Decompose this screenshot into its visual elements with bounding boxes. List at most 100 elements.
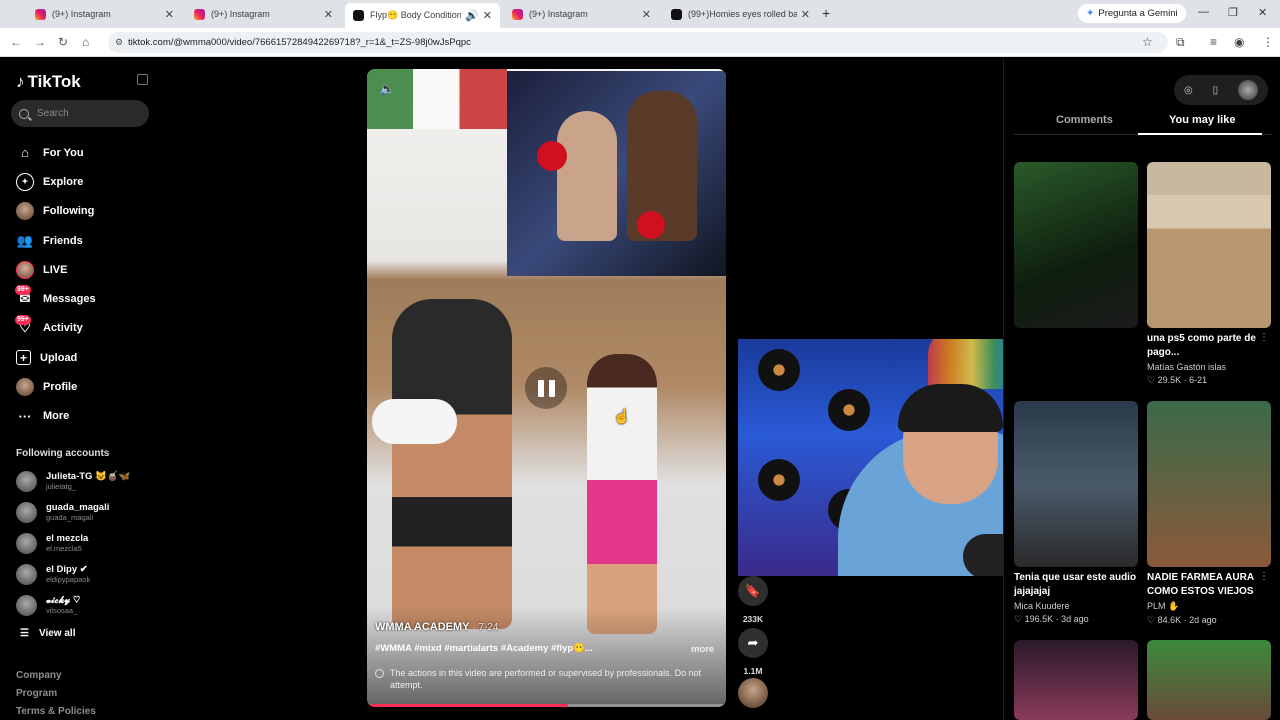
video-card[interactable]: una ps5 como parte de pago... Matías Gas… (1147, 162, 1271, 386)
pause-button[interactable] (525, 367, 567, 409)
profile-icon (16, 378, 34, 397)
sidebar-item-explore[interactable]: ✦ Explore (16, 167, 96, 196)
sidebar-item-more[interactable]: ··· More (16, 402, 96, 431)
more-options-icon[interactable]: ⋮ (1126, 571, 1136, 582)
gemini-icon: ✦ (1086, 8, 1095, 19)
volume-icon[interactable]: 🔈 (379, 81, 395, 97)
home-icon[interactable]: ⌂ (82, 35, 89, 49)
gemini-button[interactable]: ✦ Pregunta a Gemini (1078, 4, 1186, 23)
instagram-icon (194, 8, 205, 20)
browser-tab[interactable]: (9+) Instagram ✕ (27, 3, 182, 25)
video-card[interactable] (1014, 640, 1138, 720)
browser-tab[interactable]: (9+) Instagram ✕ (186, 3, 341, 25)
site-info-icon[interactable]: ⚙ (115, 32, 123, 53)
video-progress-bar[interactable] (367, 704, 726, 707)
poster-boxer (557, 111, 617, 241)
minimize-button[interactable]: — (1198, 6, 1209, 18)
poster-glove (537, 141, 567, 171)
more-options-icon[interactable]: ⋮ (1259, 332, 1269, 343)
close-icon[interactable]: ✕ (324, 8, 333, 21)
new-tab-button[interactable]: + (822, 5, 830, 21)
sidebar-item-live[interactable]: LIVE (16, 255, 96, 284)
reload-button[interactable]: ↻ (58, 35, 68, 49)
video-card[interactable]: NADIE FARMEA AURA COMO ESTOS VIEJOS PLM … (1147, 401, 1271, 626)
close-icon[interactable]: ✕ (483, 9, 492, 22)
share-action[interactable]: ➦ 1.1M (737, 628, 769, 676)
following-account[interactable]: el mezcla el.mezcla5 (16, 529, 88, 557)
device-icon[interactable]: ▯ (1213, 85, 1219, 96)
video-thumbnail[interactable] (1014, 640, 1138, 720)
user-avatar[interactable] (1238, 80, 1259, 100)
media-controls-icon[interactable]: ≡ (1210, 35, 1217, 49)
video-card[interactable] (1014, 162, 1138, 328)
info-icon (375, 669, 384, 678)
notification-badge: 99+ (15, 285, 31, 296)
video-card[interactable]: Tenia que usar este audio jajajajaj Mica… (1014, 401, 1138, 625)
video-thumbnail[interactable] (1147, 162, 1271, 328)
close-icon[interactable]: ✕ (642, 8, 651, 21)
close-icon[interactable]: ✕ (165, 8, 174, 21)
progress-fill (367, 704, 569, 707)
friends-icon: 👥 (16, 232, 34, 248)
browser-tab[interactable]: (9+) Instagram ✕ (504, 3, 659, 25)
close-icon[interactable]: ✕ (801, 8, 810, 21)
video-player[interactable]: 🔈 WMMA ACADEMY · 7-24 #WMMA #mixd #marti… (367, 69, 726, 707)
tab-you-may-like[interactable]: You may like (1169, 114, 1235, 126)
video-card[interactable] (1147, 640, 1271, 720)
video-hashtags[interactable]: #WMMA #mixd #martialarts #Academy #flyp😶… (375, 643, 605, 654)
menu-icon[interactable]: ⋮ (1262, 35, 1274, 49)
extensions-icon[interactable]: ⧉ (1176, 35, 1185, 50)
tiktok-icon: ♪ (16, 72, 25, 91)
sidebar-item-activity[interactable]: ♡ 99+ Activity (15, 314, 96, 343)
video-thumbnail[interactable] (1014, 162, 1138, 328)
avatar (16, 532, 37, 554)
close-window-button[interactable]: ✕ (1258, 6, 1267, 19)
sidebar-item-messages[interactable]: ✉ 99+ Messages (15, 284, 96, 313)
sidebar-item-friends[interactable]: 👥 Friends (16, 226, 96, 255)
save-action[interactable]: 🔖 233K (737, 576, 769, 624)
share-icon[interactable]: ➦ (738, 628, 768, 658)
bookmark-icon[interactable]: 🔖 (738, 576, 768, 606)
video-fighter (392, 299, 512, 629)
compass-icon[interactable]: ◎ (1184, 85, 1193, 96)
restore-button[interactable]: ❐ (1228, 6, 1238, 19)
home-icon: ⌂ (21, 145, 29, 161)
footer-link-program[interactable]: Program (16, 688, 57, 699)
bookmark-star-icon[interactable]: ☆ (1142, 35, 1153, 49)
following-account[interactable]: el Dipy ✔ eldipypapaok (16, 560, 90, 588)
sidebar-item-upload[interactable]: + Upload (16, 343, 96, 372)
url-field[interactable]: ⚙ tiktok.com/@wmma000/video/766615728494… (108, 32, 1168, 53)
tiktok-logo[interactable]: ♪ TikTok (16, 72, 81, 92)
video-author[interactable]: WMMA ACADEMY · 7-24 (375, 621, 499, 633)
live-icon (16, 260, 34, 279)
card-stats: ♡ 196.5K · 3d ago (1014, 614, 1089, 624)
following-accounts-header: Following accounts (16, 448, 110, 459)
search-input[interactable]: Search (11, 100, 149, 127)
footer-link-terms[interactable]: Terms & Policies (16, 706, 96, 717)
more-button[interactable]: more (691, 644, 714, 655)
sidebar-item-profile[interactable]: Profile (16, 372, 96, 401)
creator-avatar[interactable] (737, 678, 769, 708)
browser-tab-active[interactable]: Flyp😶 Body Conditioning E 🔊 ✕ (345, 3, 500, 28)
following-account[interactable]: 𝓿𝓲𝓬𝓴𝔂 ♡ vilsosaa_ (16, 591, 80, 619)
video-thumbnail[interactable] (1147, 401, 1271, 567)
avatar-icon (16, 202, 34, 221)
video-thumbnail[interactable] (1014, 401, 1138, 567)
sidebar-item-for-you[interactable]: ⌂ For You (16, 138, 96, 167)
sidebar-item-following[interactable]: Following (16, 197, 96, 226)
tab-comments[interactable]: Comments (1056, 114, 1113, 126)
footer-link-company[interactable]: Company (16, 670, 62, 681)
browser-tab[interactable]: (99+)Homies eyes rolled back i ✕ (663, 3, 818, 25)
more-options-icon[interactable]: ⋮ (1259, 571, 1269, 582)
view-all-button[interactable]: ☰ View all (20, 628, 75, 639)
video-glove (372, 399, 457, 444)
following-account[interactable]: guada_magali guada_magali (16, 498, 109, 526)
back-button[interactable]: ← (10, 35, 22, 49)
speaker-icon[interactable]: 🔊 (465, 9, 479, 22)
profile-avatar-icon[interactable]: ◉ (1234, 35, 1244, 49)
collapse-sidebar-icon[interactable] (137, 74, 148, 85)
following-account[interactable]: Julieta-TG 😺🧉🦋 julietatg_ (16, 467, 131, 495)
video-thumbnail[interactable] (1147, 640, 1271, 720)
forward-button[interactable]: → (34, 35, 46, 49)
sidebar-nav: ⌂ For You ✦ Explore Following 👥 Friends … (15, 138, 96, 431)
